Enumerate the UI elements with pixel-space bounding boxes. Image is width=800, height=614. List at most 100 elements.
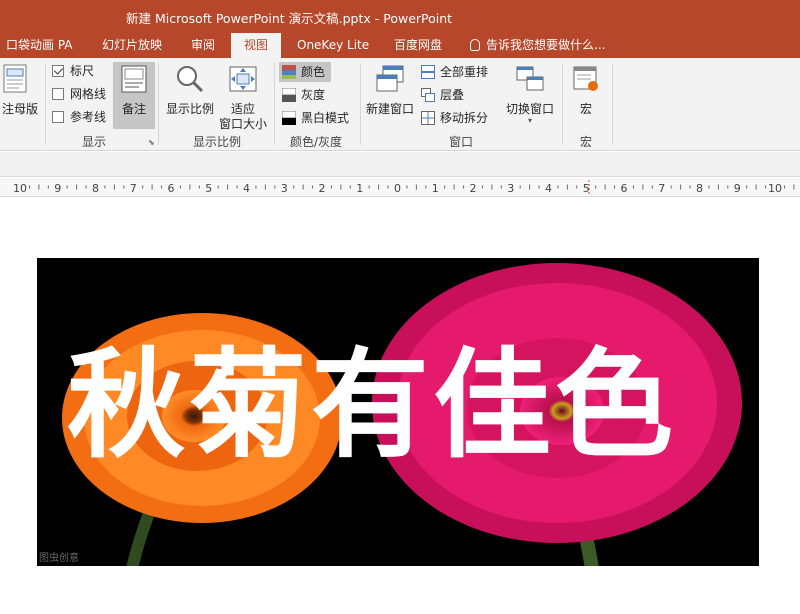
tab-slideshow[interactable]: 幻灯片放映 xyxy=(102,33,162,58)
switch-windows-label: 切换窗口 xyxy=(505,102,554,116)
separator xyxy=(45,63,46,145)
arrange-all-label: 全部重排 xyxy=(440,65,489,79)
dropdown-arrow-icon: ▾ xyxy=(527,116,532,125)
show-group-label: 显示 xyxy=(82,135,107,149)
grayscale-label: 灰度 xyxy=(301,88,326,102)
dialog-launcher-icon[interactable]: ⬊ xyxy=(148,138,155,147)
notes-master-label: 注母版 xyxy=(1,102,38,116)
arrange-all-button[interactable]: 全部重排 xyxy=(421,62,488,82)
notes-label: 备注 xyxy=(121,102,146,116)
slide-picture[interactable]: 秋菊有佳色 图虫创意 xyxy=(37,258,759,566)
ruler-label: 7 xyxy=(658,182,665,195)
new-window-icon xyxy=(376,65,404,92)
ruler-label: 3 xyxy=(281,182,288,195)
color-button[interactable]: 颜色 xyxy=(282,62,325,82)
ruler-label: 6 xyxy=(621,182,628,195)
guides-label: 参考线 xyxy=(70,110,107,124)
move-split-button[interactable]: 移动拆分 xyxy=(421,108,488,128)
macro-icon xyxy=(573,66,598,91)
tab-baidu-netdisk[interactable]: 百度网盘 xyxy=(394,33,442,58)
switch-windows-button[interactable]: 切换窗口 ▾ xyxy=(503,64,557,125)
magnifier-icon xyxy=(177,66,204,93)
black-white-label: 黑白模式 xyxy=(301,111,350,125)
black-white-icon xyxy=(282,111,296,125)
tell-me-text: 告诉我您想要做什么... xyxy=(486,38,606,52)
zoom-button[interactable]: 显示比例 xyxy=(163,64,217,117)
ribbon-subbar xyxy=(0,152,800,177)
separator xyxy=(158,63,159,145)
fit-line1: 适应 xyxy=(230,102,255,116)
ruler-label: 2 xyxy=(470,182,477,195)
cascade-button[interactable]: 层叠 xyxy=(421,85,464,105)
zoom-group-label: 显示比例 xyxy=(193,135,242,149)
tell-me-box[interactable]: 告诉我您想要做什么... xyxy=(470,33,605,58)
ruler-label: 9 xyxy=(54,182,61,195)
grayscale-button[interactable]: 灰度 xyxy=(282,85,325,105)
fit-line2: 窗口大小 xyxy=(218,117,267,131)
guides-checkbox[interactable]: 参考线 xyxy=(52,107,106,127)
cascade-label: 层叠 xyxy=(440,88,465,102)
grayscale-icon xyxy=(282,88,296,102)
tab-pocket-animation[interactable]: 口袋动画 PA xyxy=(6,33,73,58)
ruler-label: 4 xyxy=(545,182,552,195)
slide-headline[interactable]: 秋菊有佳色 xyxy=(67,340,757,470)
color-swatch-icon xyxy=(282,65,296,79)
tab-review[interactable]: 审阅 xyxy=(191,33,215,58)
move-split-icon xyxy=(421,111,435,125)
notes-master-button[interactable]: 注母版 xyxy=(0,64,40,117)
watermark-text: 图虫创意 xyxy=(39,553,79,564)
macros-group-label: 宏 xyxy=(580,135,593,149)
slide-canvas[interactable]: 秋菊有佳色 图虫创意 xyxy=(0,198,800,614)
title-bar: 新建 Microsoft PowerPoint 演示文稿.pptx - Powe… xyxy=(0,0,800,33)
ruler-label: 0 xyxy=(394,182,401,195)
gridlines-checkbox[interactable]: 网格线 xyxy=(52,84,106,104)
guides-check-icon xyxy=(52,111,64,123)
ruler-label: 1 xyxy=(432,182,439,195)
ruler-label: 3 xyxy=(507,182,514,195)
ruler-scale: 10 9 8 7 6 5 4 3 2 1 0 1 2 3 4 5 6 7 8 9 10 xyxy=(13,180,795,195)
tab-view[interactable]: 视图 xyxy=(231,33,281,58)
notes-icon xyxy=(121,65,147,93)
switch-windows-icon xyxy=(516,66,544,91)
macros-button[interactable]: 宏 xyxy=(566,64,606,117)
color-group-label: 颜色/灰度 xyxy=(290,135,343,149)
ruler-label: 7 xyxy=(130,182,137,195)
ruler-label: 2 xyxy=(319,182,326,195)
ruler-checkbox[interactable]: 标尺 xyxy=(52,61,94,81)
window-title: 新建 Microsoft PowerPoint 演示文稿.pptx - Powe… xyxy=(126,11,453,26)
gridlines-label: 网格线 xyxy=(70,87,107,101)
new-window-label: 新建窗口 xyxy=(365,102,414,116)
tab-onekey-lite[interactable]: OneKey Lite xyxy=(297,33,369,58)
ruler-label: 标尺 xyxy=(70,64,95,78)
separator xyxy=(274,63,275,145)
ruler-label: 10 xyxy=(13,182,27,195)
move-split-label: 移动拆分 xyxy=(440,111,489,125)
horizontal-ruler[interactable]: 10 9 8 7 6 5 4 3 2 1 0 1 2 3 4 5 6 7 8 9 10 xyxy=(0,178,800,197)
separator xyxy=(360,63,361,145)
ribbon-tabs: 口袋动画 PA 幻灯片放映 审阅 视图 OneKey Lite 百度网盘 告诉我… xyxy=(0,33,800,58)
ruler-label: 5 xyxy=(205,182,212,195)
cascade-icon xyxy=(421,88,435,102)
black-white-button[interactable]: 黑白模式 xyxy=(282,108,349,128)
arrange-all-icon xyxy=(421,65,435,79)
notes-button[interactable]: 备注 xyxy=(113,64,155,117)
separator xyxy=(612,63,613,145)
ruler-label: 8 xyxy=(696,182,703,195)
ruler-label: 1 xyxy=(356,182,363,195)
separator xyxy=(562,63,563,145)
new-window-button[interactable]: 新建窗口 xyxy=(364,64,416,117)
ruler-check-icon xyxy=(52,65,64,77)
ruler-label: 8 xyxy=(92,182,99,195)
ribbon: 注母版 标尺 网格线 参考线 备注 显示 ⬊ 显示比例 适应 窗口大小 显示比例… xyxy=(0,58,800,151)
ruler-label: 6 xyxy=(168,182,175,195)
fit-window-icon xyxy=(229,66,257,92)
lightbulb-icon xyxy=(470,39,480,51)
macros-label: 宏 xyxy=(579,102,592,116)
ruler-label: 9 xyxy=(734,182,741,195)
zoom-label: 显示比例 xyxy=(165,102,214,116)
notes-master-icon xyxy=(3,64,27,93)
color-label: 颜色 xyxy=(301,65,326,79)
fit-to-window-button[interactable]: 适应 窗口大小 xyxy=(216,64,270,132)
ruler-label: 4 xyxy=(243,182,250,195)
window-group-label: 窗口 xyxy=(449,135,474,149)
